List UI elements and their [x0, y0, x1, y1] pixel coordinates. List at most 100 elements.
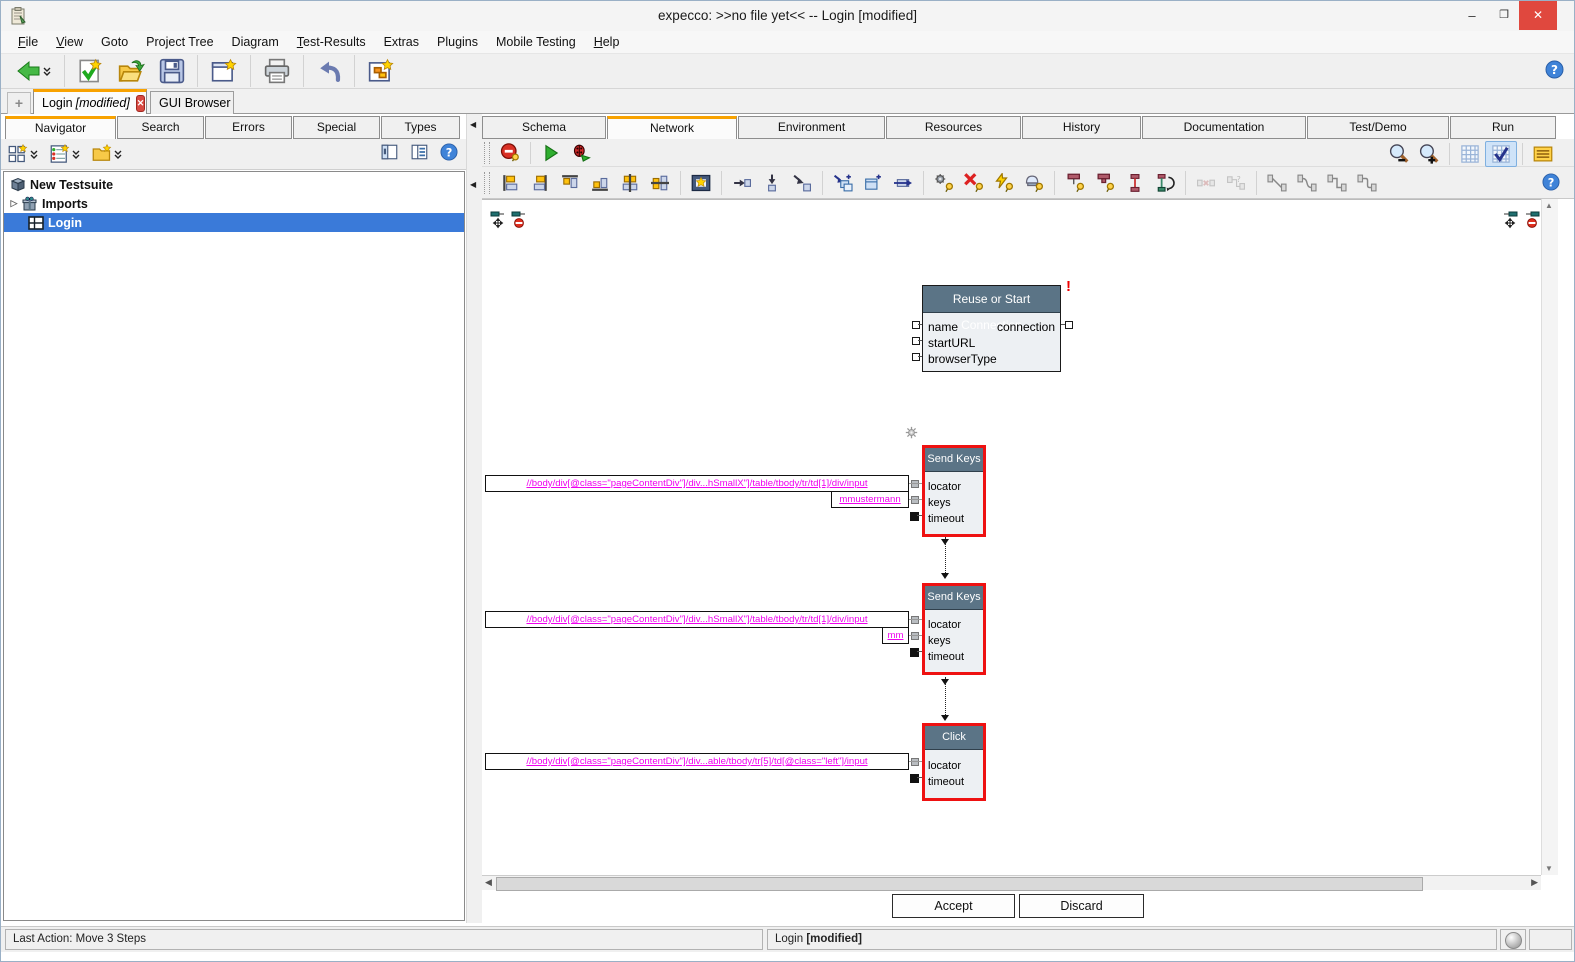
pin-top-icon[interactable] [1060, 171, 1090, 195]
align-bottom-icon[interactable] [585, 171, 615, 195]
back-button[interactable] [9, 56, 59, 86]
pin-bottom-icon[interactable] [1090, 171, 1120, 195]
keys-value-input[interactable]: mm [882, 627, 909, 644]
new-testsuite-button[interactable] [70, 56, 110, 86]
pin-locator[interactable]: locator [925, 479, 983, 495]
show-split-panel-icon[interactable] [410, 143, 430, 166]
pin-timeout[interactable]: timeout [925, 649, 983, 665]
input-pin[interactable] [912, 353, 920, 361]
connector-vertical-icon[interactable] [1120, 171, 1150, 195]
zoom-in-icon[interactable] [1414, 142, 1444, 166]
scroll-left-icon[interactable]: ◀ [485, 877, 492, 888]
collapse-left-icon[interactable]: ◀ [470, 120, 476, 129]
menu-view[interactable]: View [47, 32, 92, 52]
add-new-step-icon[interactable] [858, 171, 888, 195]
refresh-window-button[interactable] [360, 56, 402, 86]
move-pin-icon[interactable] [1501, 210, 1518, 234]
tree-item-login[interactable]: Login [4, 213, 464, 232]
input-pin[interactable] [912, 321, 920, 329]
show-left-panel-icon[interactable] [380, 143, 400, 166]
pin-timeout[interactable]: timeout [925, 774, 983, 790]
tree-item-imports[interactable]: ▷ Imports [4, 194, 464, 213]
vertical-scrollbar[interactable]: ▲ ▼ [1541, 199, 1558, 875]
tab-login[interactable]: Login [modified] ✕ [33, 89, 147, 114]
tab-documentation[interactable]: Documentation [1142, 116, 1306, 139]
align-right-icon[interactable] [525, 171, 555, 195]
align-center-horizontal-icon[interactable] [615, 171, 645, 195]
tab-errors[interactable]: Errors [205, 116, 292, 139]
zoom-out-icon[interactable] [1384, 142, 1414, 166]
insert-block-icon[interactable] [686, 171, 716, 195]
pin-starturl[interactable]: startURL [923, 335, 1060, 351]
pin-keys[interactable]: keys [925, 495, 983, 511]
menu-project-tree[interactable]: Project Tree [137, 32, 222, 52]
connect-diagonal-icon[interactable] [787, 171, 817, 195]
help-icon[interactable]: ? [1545, 60, 1564, 84]
line-orthogonal-icon[interactable] [1322, 171, 1352, 195]
pin-name[interactable]: name connection [923, 319, 1060, 335]
save-button[interactable] [152, 56, 192, 86]
tab-history[interactable]: History [1022, 116, 1141, 139]
input-pin[interactable] [911, 496, 919, 504]
new-element-button[interactable] [7, 144, 39, 164]
new-window-button[interactable] [203, 56, 245, 86]
collapse-left-icon[interactable]: ◀ [470, 180, 476, 189]
input-pin[interactable] [911, 758, 919, 766]
block-send-keys-1[interactable]: Send Keys locator keys timeout [922, 445, 986, 537]
tree-item-testsuite[interactable]: New Testsuite [4, 175, 464, 194]
block-reuse-or-start-connection[interactable]: Reuse or Start Connection name connection… [922, 285, 1061, 372]
undo-button[interactable] [309, 56, 349, 86]
input-pin-unconnected[interactable] [910, 648, 919, 657]
scrollbar-thumb[interactable] [496, 877, 1423, 891]
block-click[interactable]: Click locator timeout [922, 723, 986, 801]
pin-timeout[interactable]: timeout [925, 511, 983, 527]
tab-resources[interactable]: Resources [886, 116, 1021, 139]
menu-goto[interactable]: Goto [92, 32, 137, 52]
help-icon[interactable]: ? [1542, 173, 1560, 196]
grid-snap-icon[interactable] [1485, 141, 1517, 167]
trigger-pin-icon[interactable] [989, 171, 1019, 195]
no-entry-pin-icon[interactable] [1523, 210, 1540, 234]
minimize-button[interactable]: – [1457, 1, 1487, 30]
open-button[interactable] [110, 56, 152, 86]
output-pin[interactable] [1065, 321, 1073, 329]
input-pin-unconnected[interactable] [910, 774, 919, 783]
debug-button[interactable] [566, 141, 596, 165]
print-button[interactable] [256, 56, 298, 86]
tab-test-demo[interactable]: Test/Demo [1307, 116, 1449, 139]
new-folder-button[interactable] [91, 144, 123, 164]
grid-icon[interactable] [1455, 142, 1485, 166]
scroll-right-icon[interactable]: ▶ [1531, 877, 1538, 888]
input-pin[interactable] [911, 480, 919, 488]
pin-connection[interactable]: connection [997, 319, 1055, 335]
no-entry-pin-icon[interactable] [511, 210, 528, 234]
keys-value-input[interactable]: mmustermann [831, 491, 909, 508]
expander-icon[interactable]: ▷ [8, 198, 20, 209]
locator-value-input[interactable]: //body/div[@class="pageContentDiv"]/div.… [485, 753, 909, 770]
locator-value-input[interactable]: //body/div[@class="pageContentDiv"]/div.… [485, 611, 909, 628]
tab-navigator[interactable]: Navigator [5, 116, 116, 139]
align-left-icon[interactable] [495, 171, 525, 195]
run-button[interactable] [536, 141, 566, 165]
menu-file[interactable]: File [9, 32, 47, 52]
add-copy-step-icon[interactable] [828, 171, 858, 195]
tab-search[interactable]: Search [117, 116, 204, 139]
close-button[interactable]: ✕ [1519, 1, 1557, 30]
pin-browsertype[interactable]: browserType [923, 351, 1060, 367]
gear-pin-icon[interactable] [929, 171, 959, 195]
tab-types[interactable]: Types [381, 116, 460, 139]
pass-through-icon[interactable] [888, 171, 918, 195]
annotation-icon[interactable] [1528, 142, 1558, 166]
align-center-vertical-icon[interactable] [645, 171, 675, 195]
line-rounded-icon[interactable] [1352, 171, 1382, 195]
pin-locator[interactable]: locator [925, 617, 983, 633]
lamp-pin-icon[interactable] [1019, 171, 1049, 195]
tab-run[interactable]: Run [1450, 116, 1556, 139]
tab-network[interactable]: Network [607, 116, 737, 139]
line-straight-icon[interactable] [1262, 171, 1292, 195]
menu-diagram[interactable]: Diagram [223, 32, 288, 52]
tab-environment[interactable]: Environment [738, 116, 885, 139]
delete-pin-icon[interactable] [959, 171, 989, 195]
input-pin-unconnected[interactable] [910, 512, 919, 521]
menu-test-results[interactable]: Test-Results [288, 32, 375, 52]
